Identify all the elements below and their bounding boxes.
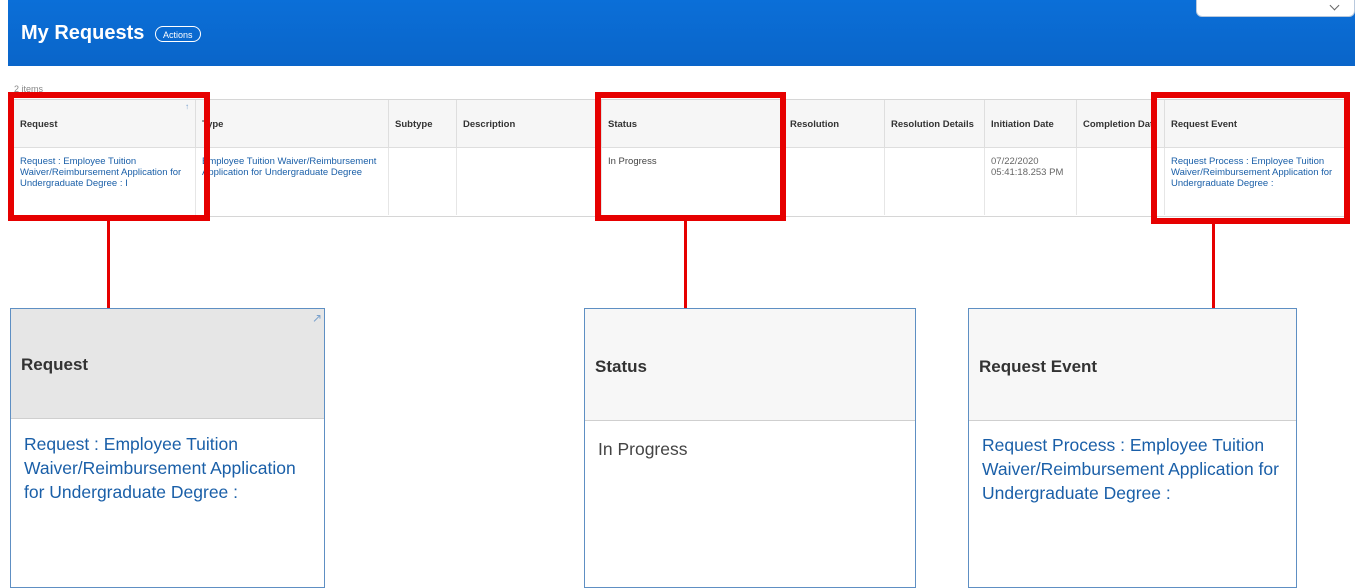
cell-resolution: [784, 148, 885, 215]
sort-icon: ↗: [311, 311, 322, 325]
actions-button[interactable]: Actions: [155, 26, 201, 42]
zoom-header-request: Request: [11, 309, 324, 419]
chevron-down-icon: [1329, 0, 1340, 11]
zoom-value-request-event[interactable]: Request Process : Employee Tuition Waive…: [969, 433, 1296, 505]
zoom-value-request[interactable]: Request : Employee Tuition Waiver/Reimbu…: [11, 432, 324, 504]
page-title: My Requests: [21, 22, 145, 44]
column-header-type[interactable]: Type: [196, 100, 389, 148]
cell-resolution-details: [885, 148, 985, 215]
column-header-description[interactable]: Description: [457, 100, 602, 148]
cell-description: [457, 148, 602, 215]
connector-line-request-event: [1212, 224, 1215, 308]
cell-type[interactable]: Employee Tuition Waiver/Reimbursement Ap…: [196, 148, 389, 215]
column-header-label: Initiation Date: [991, 119, 1054, 130]
zoom-panel-request: Request ↗ Request : Employee Tuition Wai…: [10, 308, 325, 588]
view-selector[interactable]: [1196, 0, 1355, 17]
zoom-header-status: Status: [585, 309, 915, 421]
column-header-label: Resolution Details: [891, 119, 974, 130]
cell-initiation-date: 07/22/2020 05:41:18.253 PM: [985, 148, 1077, 215]
highlight-status-column: [595, 92, 786, 221]
column-header-initiation-date[interactable]: Initiation Date: [985, 100, 1077, 148]
page-header: My Requests Actions: [8, 0, 1355, 66]
cell-subtype: [389, 148, 457, 215]
column-header-label: Resolution: [790, 119, 840, 130]
column-header-label: Subtype: [395, 119, 433, 130]
connector-line-status: [684, 221, 687, 308]
zoom-panel-status: Status In Progress: [584, 308, 916, 588]
column-header-resolution-details[interactable]: Resolution Details: [885, 100, 985, 148]
zoom-value-status: In Progress: [598, 439, 688, 459]
highlight-request-column: [8, 92, 210, 221]
highlight-request-event-column: [1151, 92, 1350, 224]
column-header-subtype[interactable]: Subtype: [389, 100, 457, 148]
column-header-label: Description: [463, 119, 516, 130]
zoom-panel-request-event: Request Event Request Process : Employee…: [968, 308, 1297, 588]
column-header-resolution[interactable]: Resolution: [784, 100, 885, 148]
zoom-header-request-event: Request Event: [969, 309, 1296, 421]
connector-line-request: [107, 221, 110, 308]
column-header-label: Completion Dat: [1083, 119, 1154, 130]
